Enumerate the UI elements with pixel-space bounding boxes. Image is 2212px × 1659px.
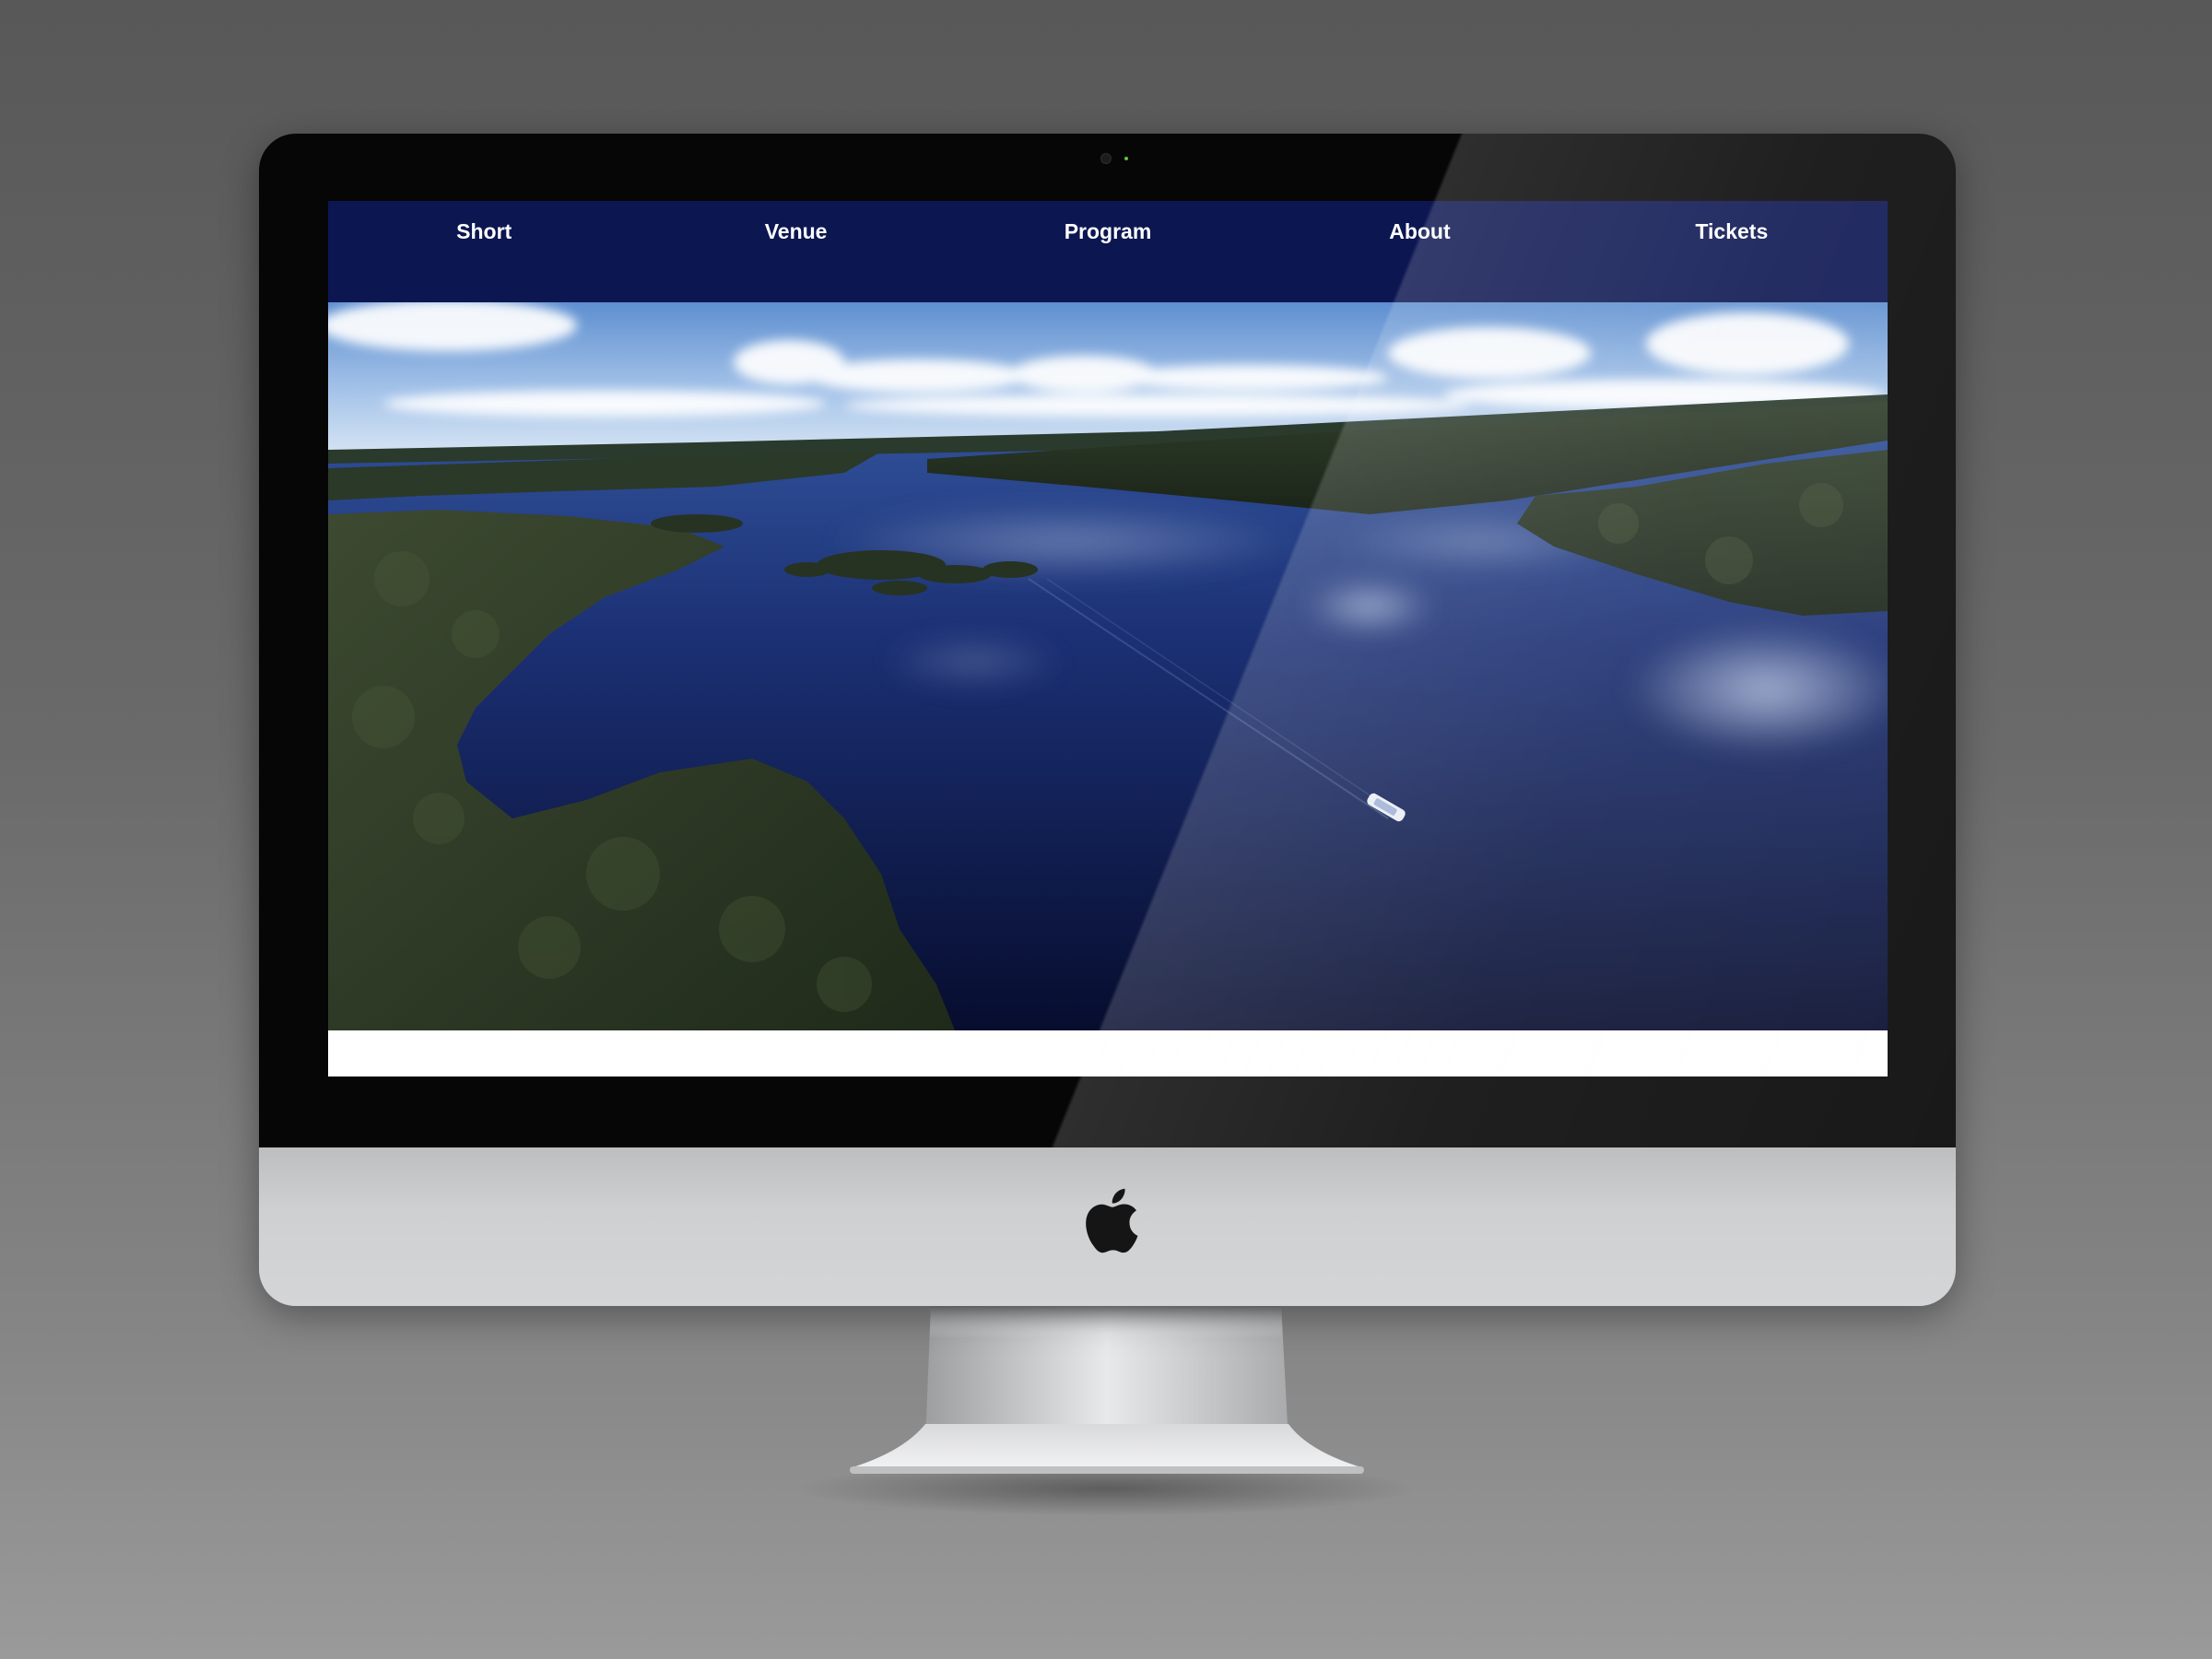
- nav-item-venue[interactable]: Venue: [640, 201, 951, 244]
- camera-led-icon: [1124, 157, 1128, 160]
- monitor-stand: [850, 1304, 1364, 1474]
- monitor-bezel: Short Venue Program About Tickets: [259, 134, 1956, 1147]
- nav-item-short[interactable]: Short: [328, 201, 640, 244]
- aerial-river-photo: [328, 302, 1888, 1030]
- nav-item-program[interactable]: Program: [952, 201, 1264, 244]
- main-nav: Short Venue Program About Tickets: [328, 201, 1888, 302]
- monitor: Short Venue Program About Tickets: [259, 134, 1956, 1306]
- hero-image: [328, 302, 1888, 1030]
- screen: Short Venue Program About Tickets: [328, 201, 1888, 1077]
- camera-icon: [1100, 153, 1112, 164]
- apple-logo-icon: [1086, 1188, 1138, 1253]
- nav-item-about[interactable]: About: [1264, 201, 1575, 244]
- nav-item-tickets[interactable]: Tickets: [1576, 201, 1888, 244]
